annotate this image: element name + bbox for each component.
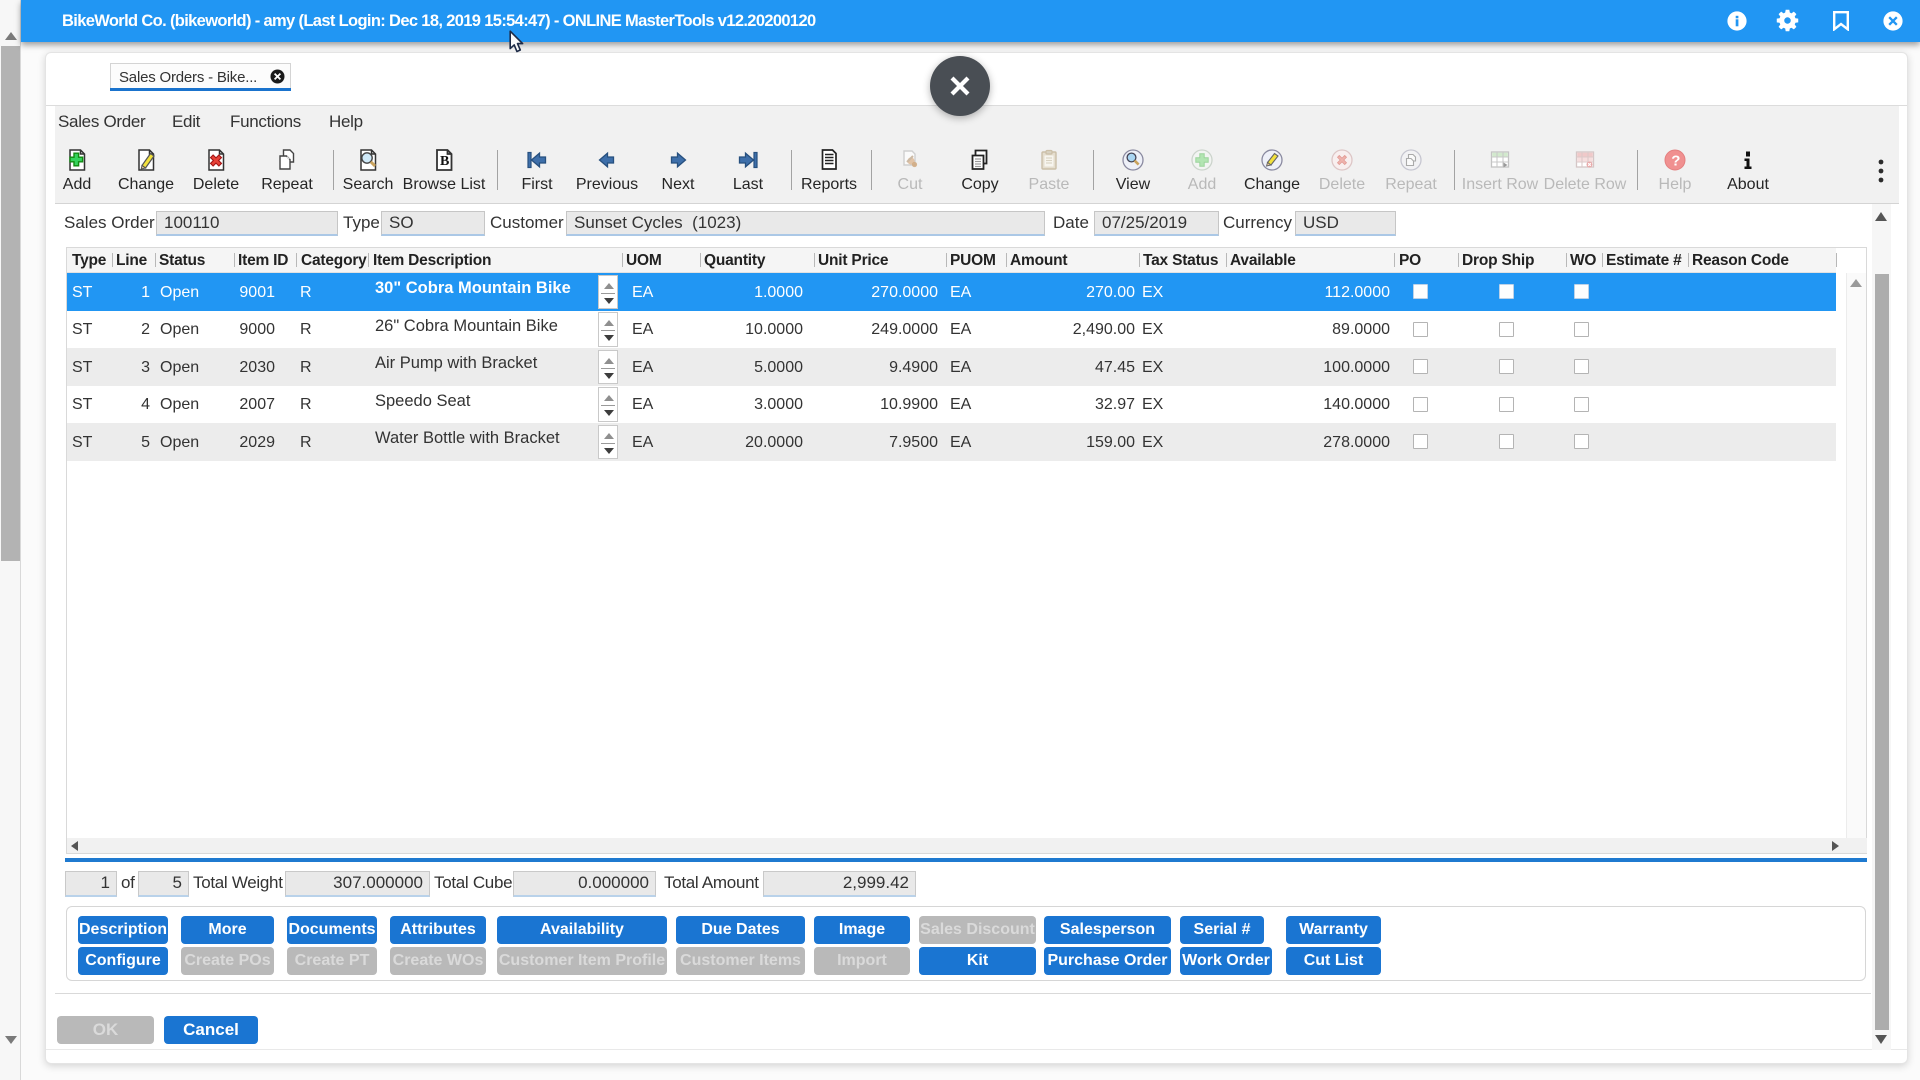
svg-text:B: B: [440, 154, 449, 169]
svg-text:?: ?: [1671, 153, 1680, 170]
